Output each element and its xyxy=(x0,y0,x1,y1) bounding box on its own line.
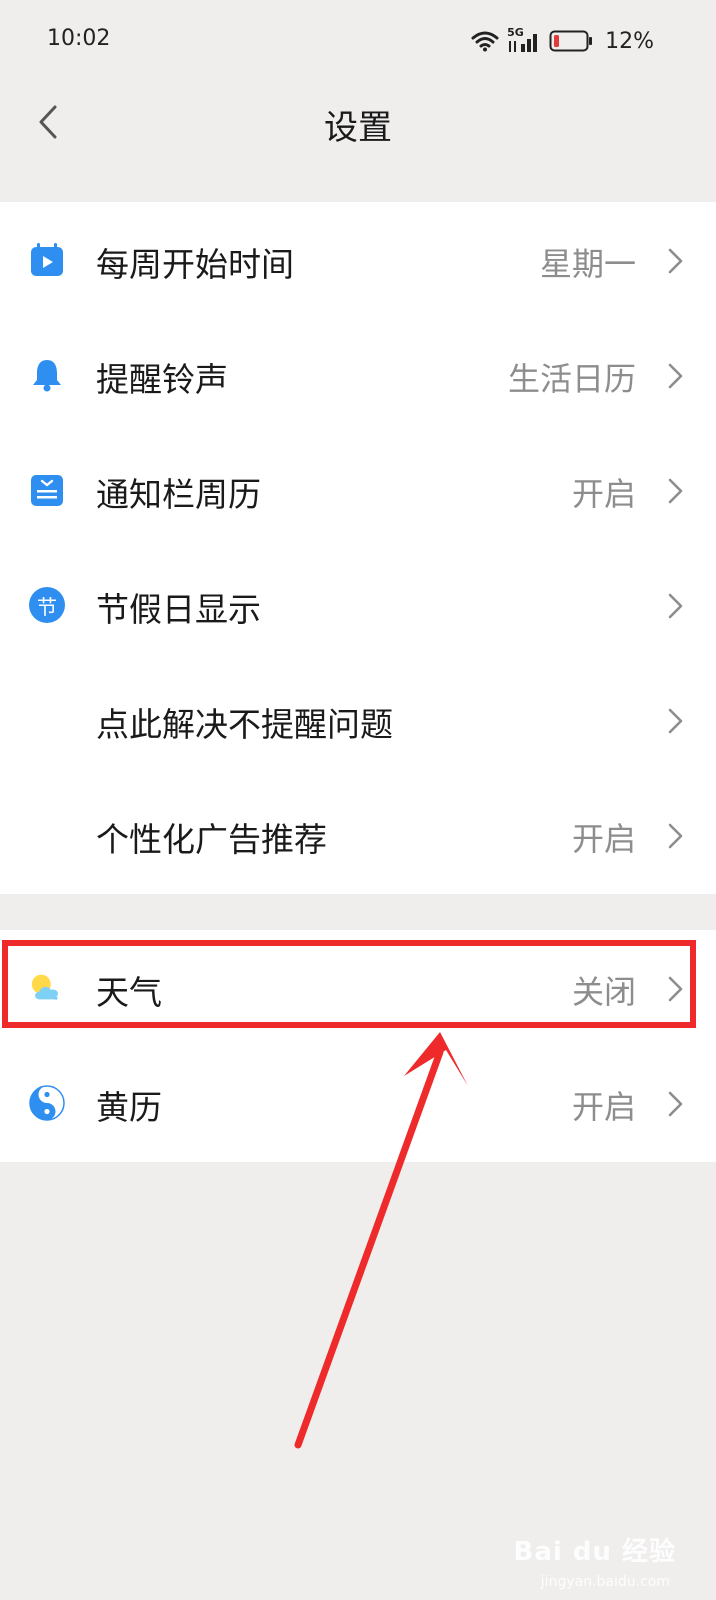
bell-icon xyxy=(28,356,66,394)
setting-row-fix-reminder[interactable]: 点此解决不提醒问题 xyxy=(0,662,716,777)
setting-row-notification-calendar[interactable]: 通知栏周历 开启 xyxy=(0,432,716,547)
chevron-right-icon xyxy=(668,593,683,619)
chevron-right-icon xyxy=(668,976,683,1002)
chevron-right-icon xyxy=(668,363,683,389)
signal-icon: 5G xyxy=(507,26,541,54)
chevron-right-icon xyxy=(668,823,683,849)
calendar-play-icon xyxy=(28,241,66,279)
holiday-icon-badge: 节 xyxy=(29,587,65,623)
yin-yang-icon xyxy=(28,1084,66,1122)
watermark: Bai du 经验 xyxy=(513,1537,676,1567)
setting-value: 生活日历 xyxy=(507,360,636,398)
setting-label: 通知栏周历 xyxy=(96,475,261,514)
setting-row-almanac[interactable]: 黄历 开启 xyxy=(0,1045,716,1160)
battery-percent: 12% xyxy=(605,28,654,54)
setting-label: 个性化广告推荐 xyxy=(96,820,327,859)
setting-row-reminder-ringtone[interactable]: 提醒铃声 生活日历 xyxy=(0,317,716,432)
page-title: 设置 xyxy=(324,108,392,148)
watermark-url: jingyan.baidu.com xyxy=(540,1574,670,1590)
setting-label: 每周开始时间 xyxy=(96,245,294,284)
setting-row-holiday-display[interactable]: 节 节假日显示 xyxy=(0,547,716,662)
setting-label: 点此解决不提醒问题 xyxy=(96,705,393,744)
setting-row-week-start[interactable]: 每周开始时间 星期一 xyxy=(0,202,716,317)
setting-value: 开启 xyxy=(571,475,636,513)
setting-value: 星期一 xyxy=(539,245,636,283)
setting-value: 开启 xyxy=(571,820,636,858)
status-icons: 5G 12% xyxy=(471,24,654,58)
settings-group-general: 每周开始时间 星期一 提醒铃声 生活日历 通知栏周历 开启 节 节假日显示 点此… xyxy=(0,202,716,894)
setting-value: 关闭 xyxy=(571,973,636,1011)
wifi-icon xyxy=(471,31,499,52)
chevron-right-icon xyxy=(668,708,683,734)
weather-icon xyxy=(28,969,66,1007)
setting-row-personalized-ads[interactable]: 个性化广告推荐 开启 xyxy=(0,777,716,892)
status-time: 10:02 xyxy=(47,26,111,51)
setting-label: 节假日显示 xyxy=(96,590,261,629)
status-bar: 10:02 5G 12% xyxy=(0,0,716,82)
holiday-icon: 节 xyxy=(28,586,66,624)
navigation-bar: 设置 xyxy=(0,82,716,162)
setting-label: 黄历 xyxy=(96,1088,162,1127)
chevron-right-icon xyxy=(668,248,683,274)
battery-icon xyxy=(549,30,593,52)
settings-group-extras: 天气 关闭 黄历 开启 xyxy=(0,930,716,1162)
chevron-right-icon xyxy=(668,478,683,504)
setting-label: 提醒铃声 xyxy=(96,360,228,399)
setting-row-weather[interactable]: 天气 关闭 xyxy=(0,930,716,1045)
notification-calendar-icon xyxy=(28,471,66,509)
setting-label: 天气 xyxy=(96,973,162,1012)
chevron-right-icon xyxy=(668,1091,683,1117)
setting-value: 开启 xyxy=(571,1088,636,1126)
